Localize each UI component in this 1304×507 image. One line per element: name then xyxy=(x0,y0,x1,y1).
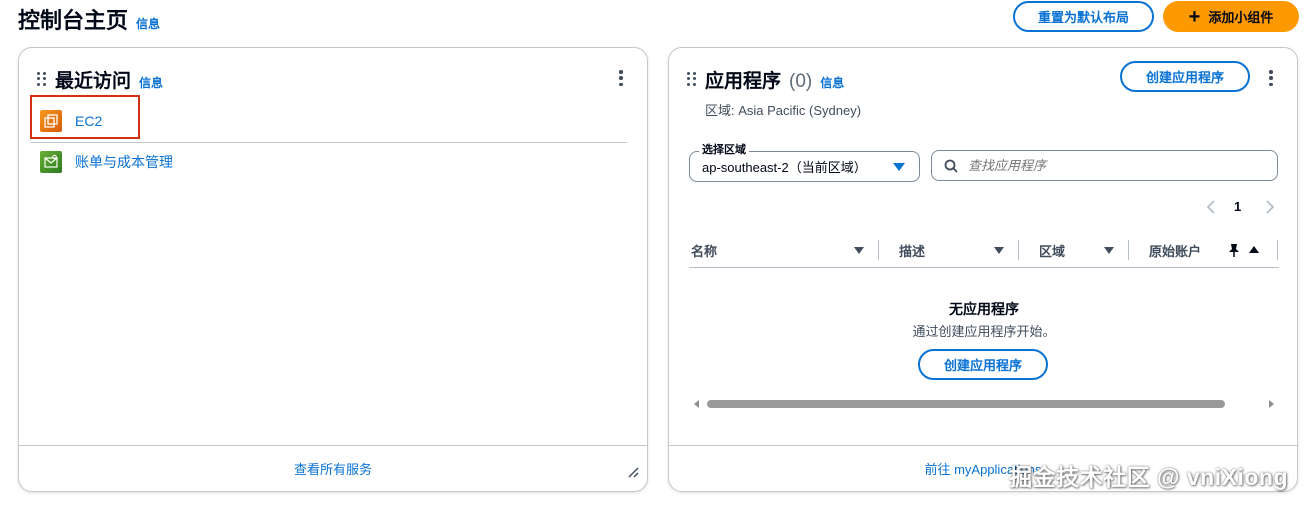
chevron-right-icon[interactable] xyxy=(1265,200,1275,214)
recently-visited-menu-icon[interactable] xyxy=(618,70,624,86)
column-separator[interactable] xyxy=(1128,240,1129,260)
page-title: 控制台主页 信息 xyxy=(18,3,160,35)
recent-item-billing-label[interactable]: 账单与成本管理 xyxy=(75,152,173,172)
page-title-text: 控制台主页 xyxy=(18,8,129,33)
column-separator[interactable] xyxy=(1277,240,1278,260)
view-all-services-link[interactable]: 查看所有服务 xyxy=(294,459,372,478)
pagination: 1 xyxy=(1206,198,1286,216)
add-widget-label: 添加小组件 xyxy=(1208,10,1274,25)
ec2-icon xyxy=(40,110,62,132)
region-text: 区域: Asia Pacific (Sydney) xyxy=(705,103,862,118)
column-separator[interactable] xyxy=(878,240,879,260)
horizontal-scrollbar[interactable] xyxy=(689,398,1279,410)
scroll-left-icon[interactable] xyxy=(694,400,699,408)
page-info-link[interactable]: 信息 xyxy=(136,15,160,32)
applications-count: (0) xyxy=(789,71,813,92)
table-header: 名称 描述 区域 原始账户 xyxy=(689,234,1279,268)
column-header-name[interactable]: 名称 xyxy=(691,234,717,266)
plus-icon: + xyxy=(1188,5,1201,28)
applications-info-link[interactable]: 信息 xyxy=(820,74,844,91)
recently-visited-widget: 最近访问 信息 EC2 账单与成本管理 查看所有服务 xyxy=(18,47,648,492)
watermark: 掘金技术社区 @ vniXiong xyxy=(1009,464,1288,490)
recently-visited-title-text: 最近访问 xyxy=(55,71,132,92)
column-header-region[interactable]: 区域 xyxy=(1039,234,1065,266)
applications-title-text: 应用程序 xyxy=(705,71,782,92)
sort-caret-icon[interactable] xyxy=(854,247,864,254)
current-page[interactable]: 1 xyxy=(1234,199,1241,214)
sticky-column xyxy=(1210,234,1279,266)
applications-title: 应用程序 (0) 信息 xyxy=(705,66,844,93)
column-header-description[interactable]: 描述 xyxy=(899,234,925,266)
reset-layout-button[interactable]: 重置为默认布局 xyxy=(1013,1,1154,32)
recently-visited-title: 最近访问 信息 xyxy=(55,66,163,93)
sort-ascending-icon[interactable] xyxy=(1249,246,1259,253)
applications-menu-icon[interactable] xyxy=(1268,70,1274,86)
recently-visited-info-link[interactable]: 信息 xyxy=(139,74,163,91)
drag-handle-icon[interactable] xyxy=(37,72,47,86)
pin-icon[interactable] xyxy=(1228,243,1240,257)
column-header-account[interactable]: 原始账户 xyxy=(1149,234,1201,266)
column-separator[interactable] xyxy=(1018,240,1019,260)
scrollbar-thumb[interactable] xyxy=(707,400,1225,408)
recent-item-ec2-label[interactable]: EC2 xyxy=(75,113,102,129)
sort-caret-icon[interactable] xyxy=(1104,247,1114,254)
sort-caret-icon[interactable] xyxy=(994,247,1004,254)
add-widget-button[interactable]: + 添加小组件 xyxy=(1163,1,1299,32)
scroll-right-icon[interactable] xyxy=(1269,400,1274,408)
recent-item-billing[interactable]: 账单与成本管理 xyxy=(40,151,173,173)
empty-state-description: 通过创建应用程序开始。 xyxy=(912,324,1056,339)
resize-handle-icon[interactable] xyxy=(627,466,639,478)
create-application-button[interactable]: 创建应用程序 xyxy=(1120,61,1250,92)
chevron-left-icon[interactable] xyxy=(1206,200,1216,214)
region-select-value: ap-southeast-2（当前区域） xyxy=(702,160,867,175)
empty-create-application-button[interactable]: 创建应用程序 xyxy=(918,349,1048,380)
applications-widget: 应用程序 (0) 信息 区域: Asia Pacific (Sydney) 创建… xyxy=(668,47,1298,492)
divider xyxy=(31,142,627,143)
recently-visited-footer: 查看所有服务 xyxy=(19,445,647,491)
application-search[interactable] xyxy=(931,150,1278,181)
billing-icon xyxy=(40,151,62,173)
caret-down-icon xyxy=(893,163,905,171)
region-select-label: 选择区域 xyxy=(699,141,749,157)
drag-handle-icon[interactable] xyxy=(687,72,697,86)
search-input[interactable] xyxy=(968,158,1248,173)
recent-item-ec2[interactable]: EC2 xyxy=(40,110,102,132)
search-icon xyxy=(944,159,958,173)
empty-state-title: 无应用程序 xyxy=(949,301,1019,317)
